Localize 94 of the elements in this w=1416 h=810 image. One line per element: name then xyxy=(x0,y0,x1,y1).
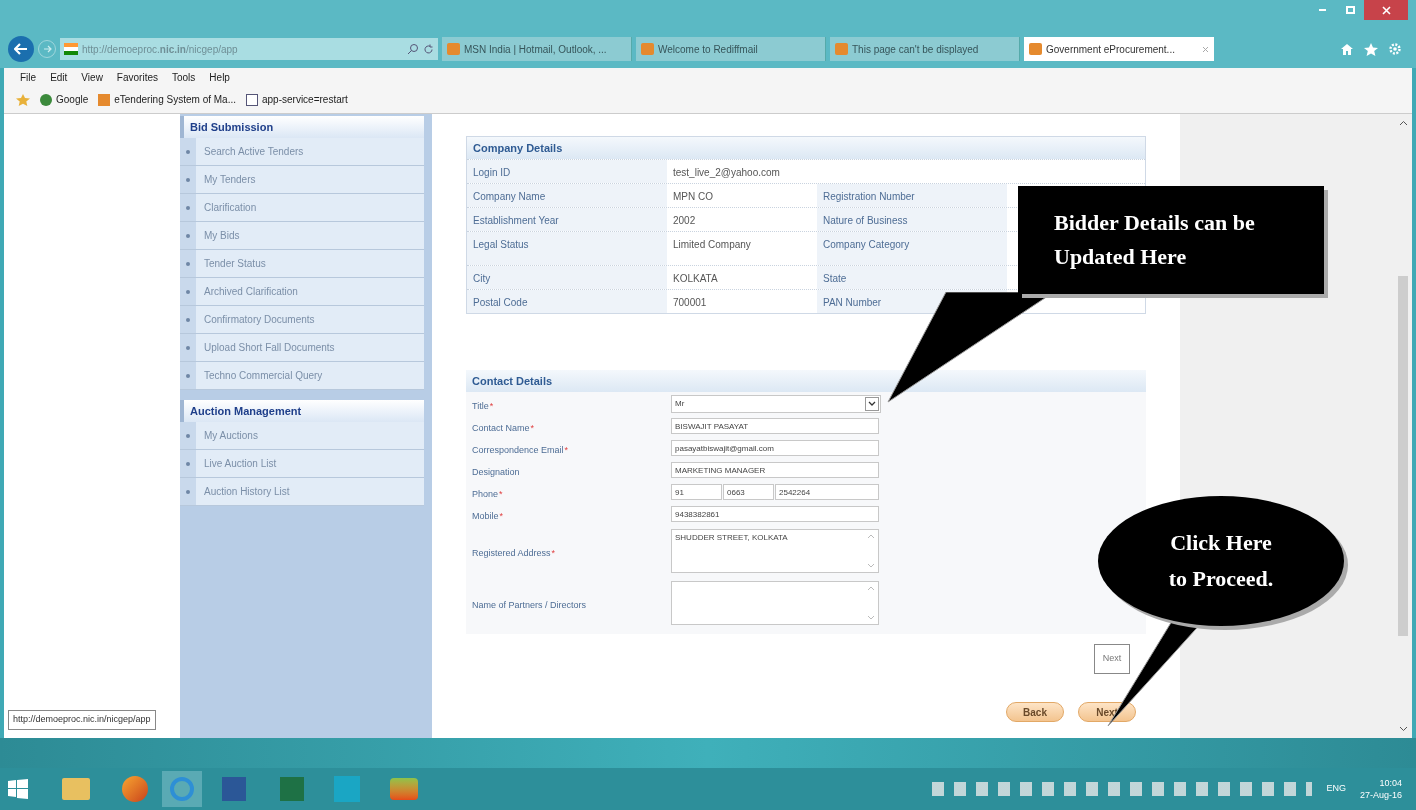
browser-tab[interactable]: Government eProcurement... xyxy=(1024,37,1214,61)
field-label: Company Category xyxy=(817,232,1007,265)
field-label: Mobile* xyxy=(472,511,504,521)
section-title: Company Details xyxy=(467,137,1145,159)
input-field[interactable]: 0663 xyxy=(723,484,774,500)
browser-tab[interactable]: MSN India | Hotmail, Outlook, ... xyxy=(442,37,632,61)
page-icon xyxy=(1029,43,1042,55)
folder-icon[interactable] xyxy=(62,778,90,800)
menu-item[interactable]: Edit xyxy=(50,69,68,85)
field-label: Establishment Year xyxy=(467,208,667,231)
field-label: Designation xyxy=(472,467,520,477)
sidebar-item[interactable]: My Bids xyxy=(180,222,424,250)
input-field[interactable]: pasayatbiswajit@gmail.com xyxy=(671,440,879,456)
field-value: MPN CO xyxy=(672,190,714,204)
settings-icon[interactable] xyxy=(1388,42,1402,56)
input-field[interactable]: 9438382861 xyxy=(671,506,879,522)
field-label: City xyxy=(467,266,667,289)
menu-item[interactable]: File xyxy=(20,69,37,85)
field-label: Nature of Business xyxy=(817,208,1007,231)
sidebar-item[interactable]: Techno Commercial Query xyxy=(180,362,424,390)
favorite-link[interactable]: eTendering System of Ma... xyxy=(98,92,236,107)
refresh-icon[interactable] xyxy=(423,43,434,55)
chevron-down-icon xyxy=(865,397,879,411)
sidebar-item[interactable]: Live Auction List xyxy=(180,450,424,478)
sidebar-item[interactable]: Archived Clarification xyxy=(180,278,424,306)
scrollbar-thumb[interactable] xyxy=(1398,276,1408,636)
next-button[interactable]: Next xyxy=(1094,644,1130,674)
sidebar-item[interactable]: My Auctions xyxy=(180,422,424,450)
field-value: 700001 xyxy=(672,296,708,310)
firefox-icon[interactable] xyxy=(122,776,148,802)
scroll-up-icon[interactable] xyxy=(1398,120,1408,126)
clock[interactable]: 10:04 27-Aug-16 xyxy=(1359,777,1408,801)
browser-tab[interactable]: Welcome to Rediffmail xyxy=(636,37,826,61)
input-field[interactable]: BISWAJIT PASAYAT xyxy=(671,418,879,434)
sidebar-item[interactable]: Confirmatory Documents xyxy=(180,306,424,334)
field-label: Contact Name* xyxy=(472,423,535,433)
input-field[interactable]: MARKETING MANAGER xyxy=(671,462,879,478)
field-label: Title* xyxy=(472,401,494,411)
section-title: Contact Details xyxy=(466,370,1146,392)
sidebar-section-header: Auction Management xyxy=(180,400,424,422)
sidebar-section-header: Bid Submission xyxy=(180,116,424,138)
field-label: Login ID xyxy=(467,160,667,183)
field-label: Name of Partners / Directors xyxy=(472,600,587,610)
windows-start-icon[interactable] xyxy=(8,779,28,799)
browser-tab[interactable]: This page can't be displayed xyxy=(830,37,1020,61)
back-icon[interactable] xyxy=(8,36,34,62)
sidebar-item[interactable]: Clarification xyxy=(180,194,424,222)
status-url: http://demoeproc.nic.in/nicgep/app xyxy=(8,710,156,730)
field-label: Phone* xyxy=(472,489,503,499)
callout-text: Click Here to Proceed. xyxy=(1167,529,1275,593)
field-label: Company Name xyxy=(467,184,667,207)
back-button[interactable]: Back xyxy=(1006,702,1064,722)
field-label: State xyxy=(817,266,1007,289)
scroll-down-icon[interactable] xyxy=(1398,726,1408,732)
menu-item[interactable]: Help xyxy=(209,69,230,85)
close-tab-icon[interactable] xyxy=(1202,45,1209,53)
field-label: Postal Code xyxy=(467,290,667,313)
language-indicator[interactable]: ENG xyxy=(1326,782,1346,796)
menu-item[interactable]: Favorites xyxy=(116,69,158,85)
field-label: Registration Number xyxy=(817,184,1007,207)
input-field[interactable]: 2542264 xyxy=(775,484,879,500)
field-value: test_live_2@yahoo.com xyxy=(672,166,781,180)
favorite-link[interactable]: Google xyxy=(40,92,89,107)
ie-icon[interactable] xyxy=(162,771,202,807)
input-field[interactable]: 91 xyxy=(671,484,722,500)
favorite-link[interactable]: app-service=restart xyxy=(246,92,348,107)
bluestacks-icon[interactable] xyxy=(390,778,418,800)
field-label: Correspondence Email* xyxy=(472,445,569,455)
field-label: Legal Status xyxy=(467,232,667,265)
search-icon[interactable] xyxy=(407,43,419,55)
field-label: Registered Address* xyxy=(472,548,556,558)
star-icon[interactable] xyxy=(1364,42,1378,56)
menu-item[interactable]: View xyxy=(81,69,103,85)
sidebar-item[interactable]: My Tenders xyxy=(180,166,424,194)
sidebar-item[interactable]: Search Active Tenders xyxy=(180,138,424,166)
page-icon xyxy=(641,43,654,55)
sidebar-item[interactable]: Auction History List xyxy=(180,478,424,506)
field-value: 2002 xyxy=(672,214,697,228)
close-icon[interactable] xyxy=(1364,0,1408,20)
field-value: KOLKATA xyxy=(672,272,719,286)
home-icon[interactable] xyxy=(1340,42,1354,56)
menu-item[interactable]: Tools xyxy=(172,69,196,85)
title-dropdown[interactable]: Mr xyxy=(671,395,881,413)
field-value: Limited Company xyxy=(672,238,752,252)
sidebar-item[interactable]: Upload Short Fall Documents xyxy=(180,334,424,362)
url-text: http://demoeproc.nic.in/nicgep/app xyxy=(82,42,239,57)
scrollbar[interactable] xyxy=(1394,114,1412,738)
flag-icon xyxy=(64,43,78,55)
callout-text: Bidder Details can be Updated Here xyxy=(1054,209,1256,271)
tray-icons[interactable] xyxy=(932,782,1313,796)
sidebar-item[interactable]: Tender Status xyxy=(180,250,424,278)
page-icon xyxy=(447,43,460,55)
favorites-star-icon[interactable] xyxy=(16,93,30,106)
page-icon xyxy=(835,43,848,55)
